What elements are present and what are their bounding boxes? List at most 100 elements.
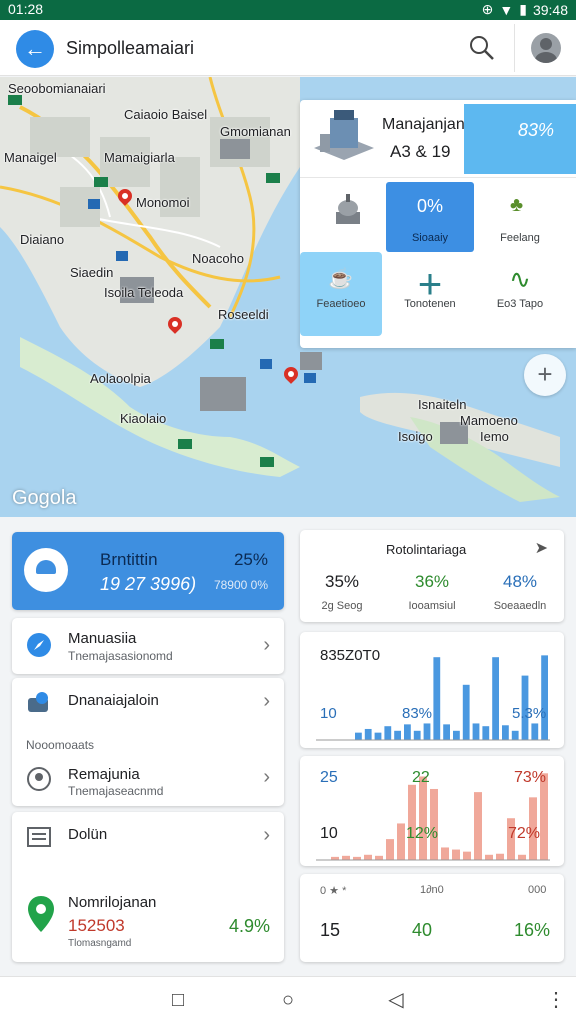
summary-top: 000 [528,884,547,896]
home-button[interactable]: ○ [276,989,300,1013]
stat-column: 48% Soeaaedln [480,572,560,612]
list-item[interactable]: Dolün › [12,812,284,860]
bar [384,726,392,740]
bar [404,724,411,740]
stat-value: 36% [414,572,450,591]
map-label: Isoigo [398,429,433,444]
chart-label: 25 [320,769,338,786]
map-label: Kiaolaio [120,411,167,426]
primary-value: 19 27 3996) [100,574,197,594]
zoom-in-button[interactable]: + [524,354,566,396]
bar [472,723,480,740]
map-label: Gmomianan [220,124,291,139]
bar [502,725,509,740]
share-icon[interactable]: ➤ [535,538,548,558]
recents-button[interactable]: □ [166,989,190,1013]
bar [540,773,548,860]
bar [511,730,519,740]
stats-card[interactable]: Rotolintariaga ➤ 35% 2g Seog 36% Iooamsi… [300,530,564,622]
status-bar: 01:28 ⊕ ▼ ▮ 39:48 [0,0,576,20]
bar [485,854,493,860]
bar [453,730,460,740]
chart-label: 835Z0T0 [320,647,380,664]
document-icon [27,827,51,847]
tile-chart[interactable]: ∿ Eo3 Tapo [476,252,564,336]
list-item[interactable]: Dnanaiajaloin › [12,678,284,728]
summary-primary-card[interactable]: Brntittin 19 27 3996) 25% 78900 0% [12,532,284,610]
primary-pct: 25% [233,550,268,569]
park-icon: ♣ [510,194,524,216]
search-icon[interactable] [468,34,496,62]
app-bar: ← Simpolleamaiari [0,20,576,76]
bar [531,723,539,740]
list-item[interactable]: Manuasiia Tnemajasasionomd › [12,618,284,674]
chart-label: 83% [402,705,432,722]
stat-column: 36% Iooamsiul [392,572,472,612]
list-item-title: Remajunia [68,766,140,783]
chart-label: 12% [406,825,438,842]
tile-park[interactable]: ♣ Feelang [476,182,564,252]
list-item[interactable]: Remajunia Tnemajaseacnmd › [12,758,284,806]
place-title: Manajanjan [382,116,465,133]
primary-title: Brntittin [100,550,158,569]
stat-sub: Soeaaedln [493,600,547,612]
tile-capitol[interactable] [304,182,392,252]
tile-chart-label: Eo3 Tapo [496,298,544,310]
bar [413,730,421,740]
bar [496,853,504,860]
tile-info-label: Sioaaiy [411,232,449,244]
list-item-sub: Tnemajaseacnmd [68,784,164,798]
list-item-value: 152503 [68,916,125,935]
wifi-icon: ▼ [499,1,514,18]
map-label: Manaigel [4,150,57,165]
chevron-right-icon: › [263,766,270,788]
summary-card[interactable]: 0 ★ * 1∂n0 000 15 40 16% [300,874,564,962]
stat-value: 48% [502,572,538,591]
list-item[interactable]: Nomrilojanan 152503 Tlomasngamd 4.9% [12,884,284,962]
map-label: Caiaoio Baisel [124,107,208,122]
circle-icon: ○ [281,989,295,1011]
tile-add[interactable]: + Tonotenen [386,252,474,336]
bar [364,854,372,860]
building-icon [314,110,374,160]
tile-info[interactable]: 0% Sioaaiy [386,182,474,252]
list-card[interactable]: Manuasiia Tnemajasasionomd › [12,618,284,674]
triangle-left-icon: ◁ [388,989,404,1011]
back-button[interactable]: ← [16,30,54,68]
bar-chart: 835Z0T0 10 83% 5.3% [316,647,550,741]
app-bar-divider [514,24,515,72]
bar-chart: 25 22 73% 10 12% 72% [316,769,550,861]
map-label: Roseeldi [218,307,269,322]
bar [441,847,449,860]
bar-chart-card[interactable]: 835Z0T0 10 83% 5.3% [300,632,564,748]
status-icons: ⊕ ▼ ▮ 39:48 [482,1,568,18]
food-icon: ☕ [328,268,353,290]
chevron-right-icon: › [263,824,270,846]
map-label: Monomoi [136,195,190,210]
place-header[interactable]: Manajanjan A3 & 19 83% [300,100,576,178]
settings-icon [28,692,48,712]
bar [423,723,431,740]
tile-food[interactable]: ☕ Feaetioeo [300,252,382,336]
tile-food-label: Feaetioeo [316,298,366,310]
bar-chart-card[interactable]: 25 22 73% 10 12% 72% [300,756,564,866]
avatar[interactable] [531,33,561,63]
bar [443,724,450,740]
bar [433,657,441,740]
place-pct: 83% [464,104,576,174]
battery-icon: ▮ [519,1,527,17]
map-logo: Gogola [12,487,77,509]
more-button[interactable]: ⋮ [544,989,568,1013]
list-item-pct: 4.9% [228,916,270,936]
summary-value: 15 [320,920,341,940]
map-label: Iemo [480,429,509,444]
bar [462,684,470,740]
back-nav-button[interactable]: ◁ [384,989,408,1013]
location-icon: ⊕ [481,1,494,17]
location-pin-icon [28,896,54,932]
list-item-title: Manuasiia [68,630,137,647]
bar [419,776,427,860]
chart-label: 73% [514,769,546,786]
bar [482,726,490,740]
place-code: A3 & 19 [390,142,451,161]
